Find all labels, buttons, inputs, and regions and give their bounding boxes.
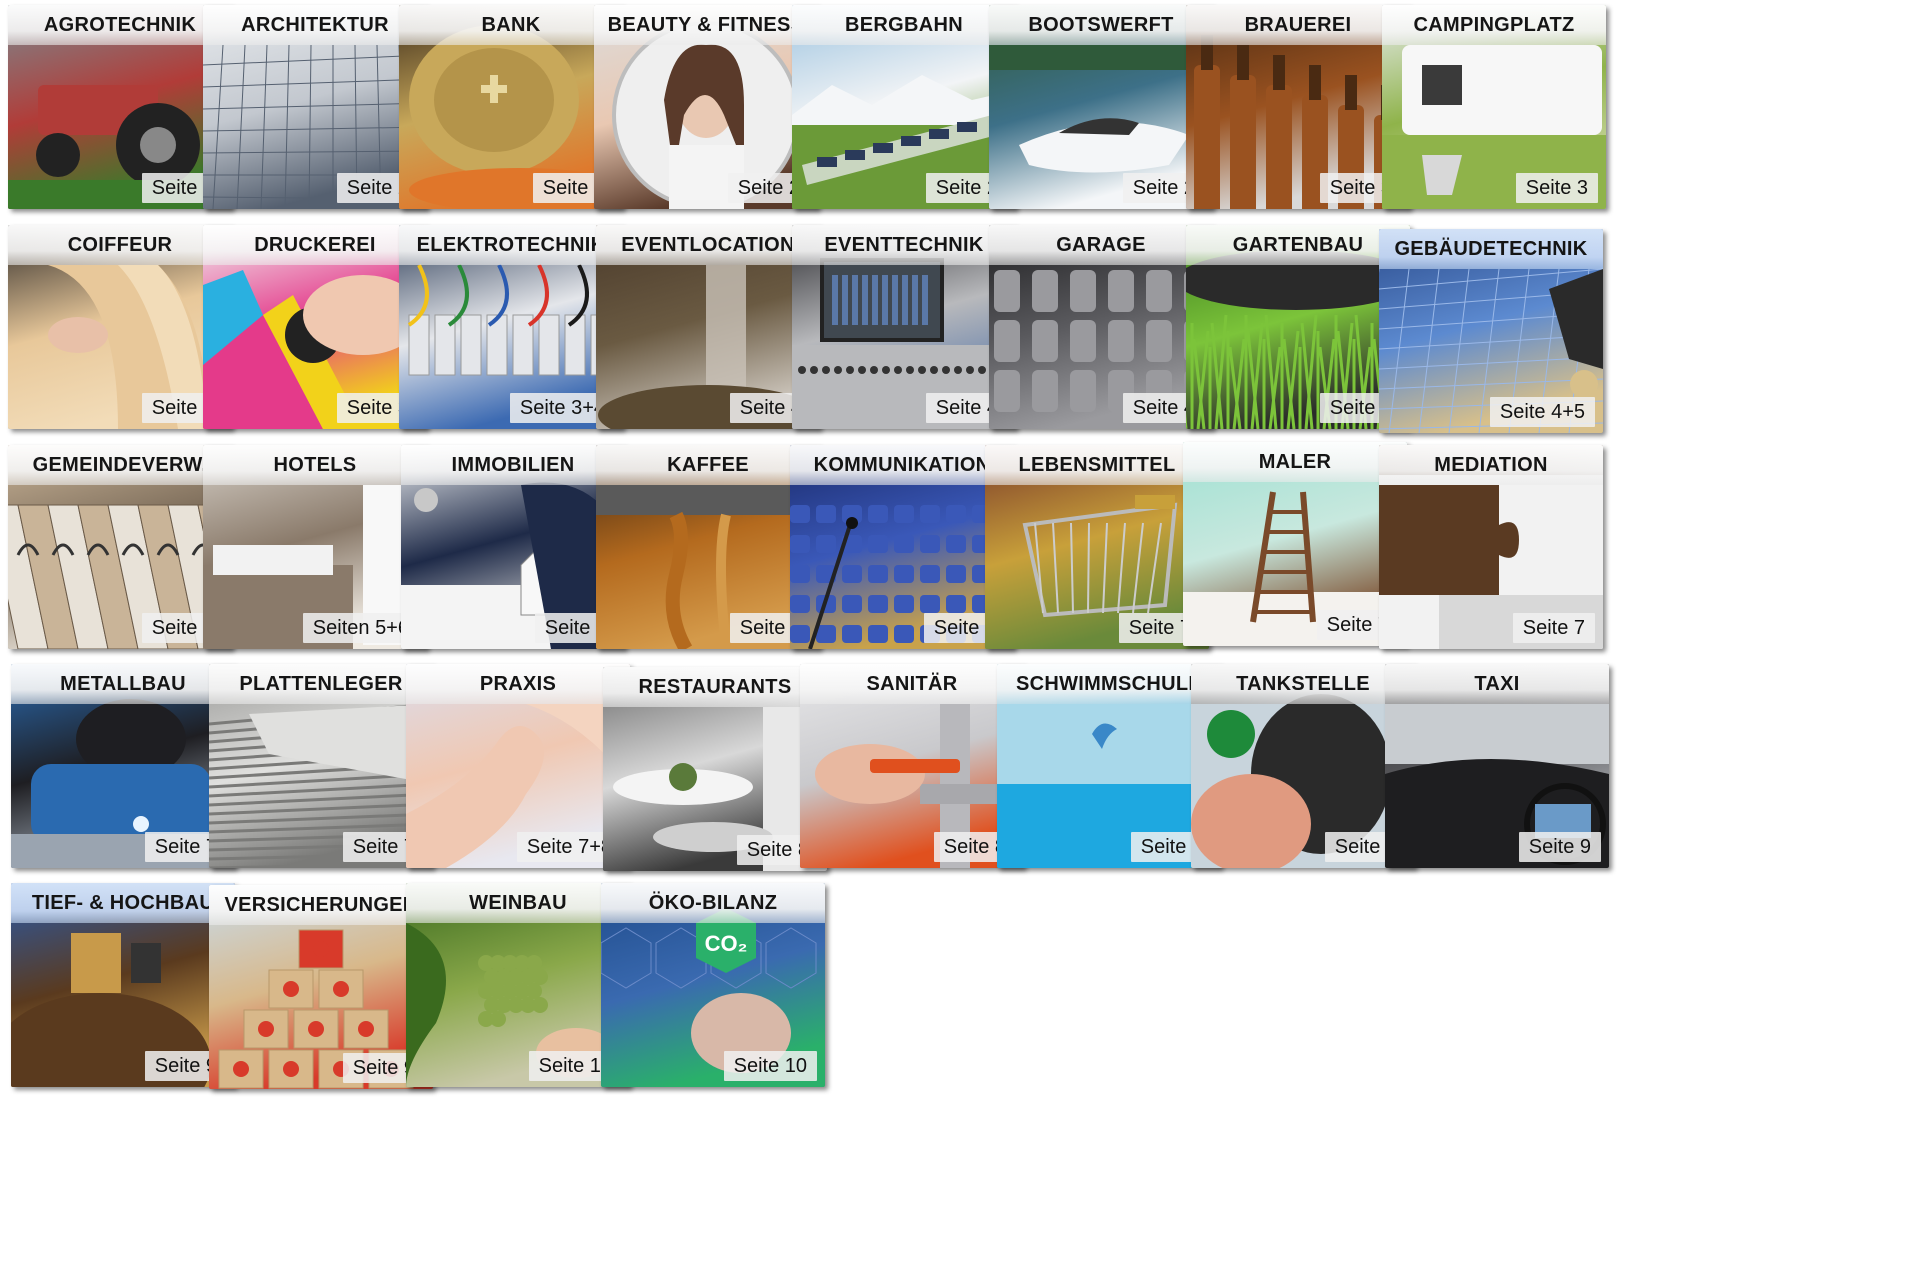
branch-tile-tief-hochbau[interactable]: TIEF- & HOCHBAU Seite 9	[11, 883, 235, 1087]
tile-title: EVENTLOCATION	[596, 225, 820, 265]
tile-title: HOTELS	[203, 445, 427, 485]
tile-title: TAXI	[1385, 664, 1609, 704]
branch-tile-garage[interactable]: GARAGE Seite 4	[989, 225, 1213, 429]
branch-tile-beauty-fitness[interactable]: BEAUTY & FITNESS Seite 2	[594, 5, 818, 209]
branch-tile-grid: AGROTECHNIK Seite 2 ARCHITEKTUR Seite 2 BANK…	[0, 0, 1919, 1278]
branch-tile-hotels[interactable]: HOTELS Seiten 5+6	[203, 445, 427, 649]
tile-title: MALER	[1183, 442, 1407, 482]
tile-title: COIFFEUR	[8, 225, 232, 265]
branch-tile-bergbahn[interactable]: BERGBAHN Seite 2	[792, 5, 1016, 209]
branch-tile-kaffee[interactable]: KAFFEE Seite 6	[596, 445, 820, 649]
branch-tile-lebensmittel[interactable]: LEBENSMITTEL Seite 7	[985, 445, 1209, 649]
branch-tile-coiffeur[interactable]: COIFFEUR Seite 3	[8, 225, 232, 429]
branch-tile-bank[interactable]: BANK Seite 2	[399, 5, 623, 209]
branch-tile-eventtechnik[interactable]: EVENTTECHNIK Seite 4	[792, 225, 1016, 429]
branch-tile-elektrotechnik[interactable]: ELEKTROTECHNIK Seite 3+4	[399, 225, 623, 429]
tile-title: GARAGE	[989, 225, 1213, 265]
branch-tile-maler[interactable]: MALER Seite 7	[1183, 442, 1407, 646]
branch-tile-gebaeudetechnik[interactable]: GEBÄUDETECHNIK Seite 4+5	[1379, 229, 1603, 433]
branch-tile-immobilien[interactable]: IMMOBILIEN Seite 6	[401, 445, 625, 649]
tile-title: MEDIATION	[1379, 445, 1603, 485]
tile-title: SANITÄR	[800, 664, 1024, 704]
branch-tile-gartenbau[interactable]: GARTENBAU Seite 4	[1186, 225, 1410, 429]
page-reference-badge: Seite 3	[1515, 173, 1598, 203]
tile-title: BERGBAHN	[792, 5, 1016, 45]
co2-label: CO₂	[705, 931, 748, 956]
branch-tile-schwimmschule[interactable]: SCHWIMMSCHULE Seite 8	[997, 664, 1221, 868]
tile-title: KOMMUNIKATION	[790, 445, 1014, 485]
branch-tile-druckerei[interactable]: DRUCKEREI Seite 3	[203, 225, 427, 429]
tile-title: BOOTSWERFT	[989, 5, 1213, 45]
tile-title: ELEKTROTECHNIK	[399, 225, 623, 265]
tile-title: BEAUTY & FITNESS	[594, 5, 818, 45]
branch-tile-weinbau[interactable]: WEINBAU Seite 10	[406, 883, 630, 1087]
tile-title: DRUCKEREI	[203, 225, 427, 265]
branch-tile-kommunikation[interactable]: KOMMUNIKATION Seite 6	[790, 445, 1014, 649]
tile-title: TANKSTELLE	[1191, 664, 1415, 704]
tile-title: BRAUEREI	[1186, 5, 1410, 45]
branch-tile-campingplatz[interactable]: CAMPINGPLATZ Seite 3	[1382, 5, 1606, 209]
branch-tile-oeko-bilanz[interactable]: CO₂ ÖKO-BILANZ Seite 10	[601, 883, 825, 1087]
tile-title: RESTAURANTS	[603, 667, 827, 707]
branch-tile-praxis[interactable]: PRAXIS Seite 7+8	[406, 664, 630, 868]
tile-title: IMMOBILIEN	[401, 445, 625, 485]
tile-title: SCHWIMMSCHULE	[997, 664, 1221, 704]
tile-title: BANK	[399, 5, 623, 45]
branch-tile-architektur[interactable]: ARCHITEKTUR Seite 2	[203, 5, 427, 209]
page-reference-badge: Seite 9	[1518, 832, 1601, 862]
tile-title: PRAXIS	[406, 664, 630, 704]
page-reference-badge: Seite 4+5	[1489, 397, 1595, 427]
tile-title: CAMPINGPLATZ	[1382, 5, 1606, 45]
page-reference-badge: Seite 10	[723, 1051, 817, 1081]
tile-title: GARTENBAU	[1186, 225, 1410, 265]
branch-tile-bootswerft[interactable]: BOOTSWERFT Seite 2	[989, 5, 1213, 209]
branch-tile-versicherungen[interactable]: VERSICHERUNGEN Seite 9	[209, 885, 433, 1089]
tile-title: WEINBAU	[406, 883, 630, 923]
page-reference-badge: Seite 7	[1512, 613, 1595, 643]
branch-tile-metallbau[interactable]: METALLBAU Seite 7	[11, 664, 235, 868]
branch-tile-restaurants[interactable]: RESTAURANTS Seite 8	[603, 667, 827, 871]
tile-title: METALLBAU	[11, 664, 235, 704]
branch-tile-gemeindeverw[interactable]: GEMEINDEVERW. Seite 5	[8, 445, 232, 649]
tile-title: EVENTTECHNIK	[792, 225, 1016, 265]
branch-tile-plattenleger[interactable]: PLATTENLEGER Seite 7	[209, 664, 433, 868]
tile-title: ARCHITEKTUR	[203, 5, 427, 45]
tile-title: TIEF- & HOCHBAU	[11, 883, 235, 923]
tile-title: GEMEINDEVERW.	[8, 445, 232, 485]
branch-tile-agrotechnik[interactable]: AGROTECHNIK Seite 2	[8, 5, 232, 209]
tile-title: GEBÄUDETECHNIK	[1379, 229, 1603, 269]
branch-tile-tankstelle[interactable]: TANKSTELLE Seite 9	[1191, 664, 1415, 868]
branch-tile-mediation[interactable]: MEDIATION Seite 7	[1379, 445, 1603, 649]
tile-title: VERSICHERUNGEN	[209, 885, 433, 925]
branch-tile-sanitaer[interactable]: SANITÄR Seite 8	[800, 664, 1024, 868]
tile-title: ÖKO-BILANZ	[601, 883, 825, 923]
branch-tile-taxi[interactable]: TAXI Seite 9	[1385, 664, 1609, 868]
branch-tile-brauerei[interactable]: BRAUEREI Seite 3	[1186, 5, 1410, 209]
branch-tile-eventlocation[interactable]: EVENTLOCATION Seite 4	[596, 225, 820, 429]
tile-title: PLATTENLEGER	[209, 664, 433, 704]
tile-title: KAFFEE	[596, 445, 820, 485]
tile-title: AGROTECHNIK	[8, 5, 232, 45]
tile-title: LEBENSMITTEL	[985, 445, 1209, 485]
